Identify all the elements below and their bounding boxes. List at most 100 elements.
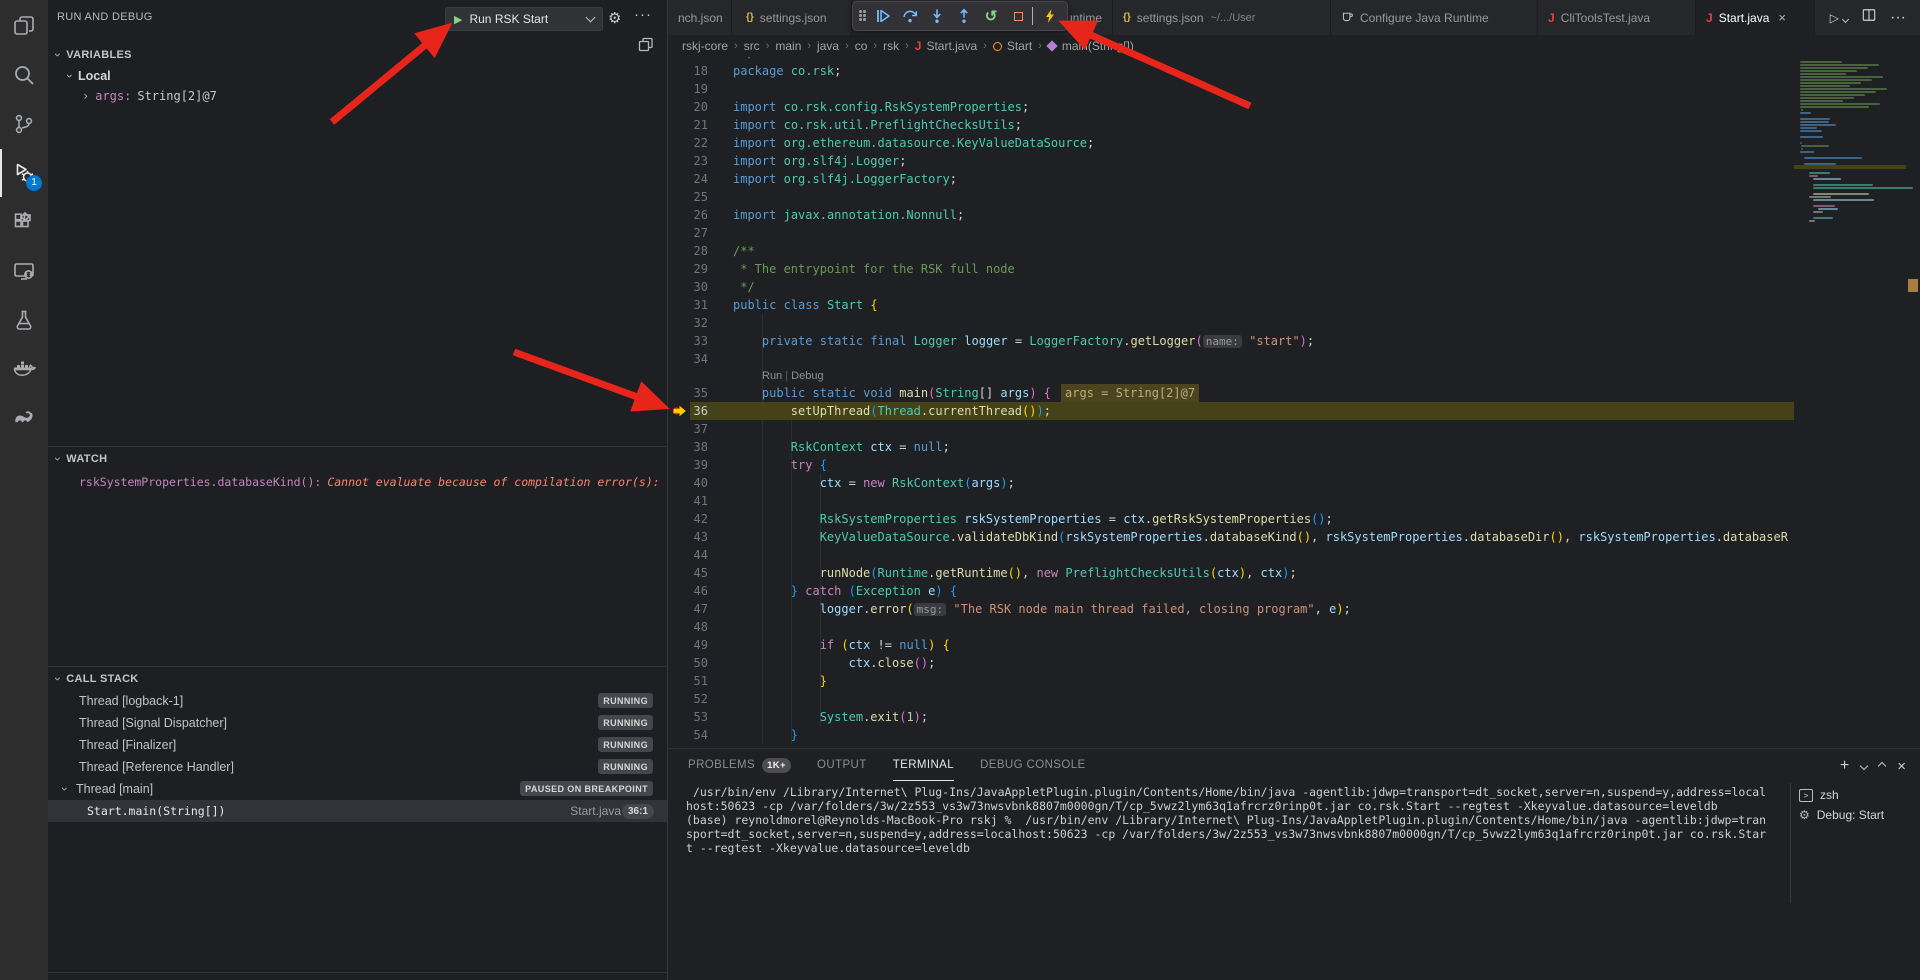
code-line-32[interactable]: 32	[668, 314, 1794, 332]
glyph-margin[interactable]	[668, 260, 690, 278]
glyph-margin[interactable]	[668, 80, 690, 98]
panel-tab-problems[interactable]: PROBLEMS1K+	[688, 749, 791, 781]
glyph-margin[interactable]	[668, 350, 690, 368]
glyph-margin[interactable]	[668, 384, 690, 402]
code-line-43[interactable]: 43 KeyValueDataSource.validateDbKind(rsk…	[668, 528, 1794, 546]
glyph-margin[interactable]	[668, 62, 690, 80]
activity-bar-item-docker[interactable]	[0, 345, 48, 393]
code-line-21[interactable]: 21import co.rsk.util.PreflightChecksUtil…	[668, 116, 1794, 134]
breadcrumb-item[interactable]: java	[817, 39, 839, 53]
call-stack-thread[interactable]: Thread [logback-1]RUNNING	[48, 690, 667, 712]
code-line-35[interactable]: 35 public static void main(String[] args…	[668, 384, 1794, 402]
restart-icon[interactable]: ↺	[980, 5, 1002, 27]
code-line-38[interactable]: 38 RskContext ctx = null;	[668, 438, 1794, 456]
code-line-26[interactable]: 26import javax.annotation.Nonnull;	[668, 206, 1794, 224]
step-out-icon[interactable]	[953, 5, 975, 27]
activity-bar-item-search[interactable]	[0, 51, 48, 99]
code-line-33[interactable]: 33 private static final Logger logger = …	[668, 332, 1794, 350]
code-line-34[interactable]: 34	[668, 350, 1794, 368]
current-statement-icon[interactable]	[668, 402, 690, 420]
code-line-25[interactable]: 25	[668, 188, 1794, 206]
glyph-margin[interactable]	[668, 438, 690, 456]
watch-section-header[interactable]: › WATCH	[48, 448, 667, 470]
panel-tab-terminal[interactable]: TERMINAL	[893, 749, 954, 781]
code-line-45[interactable]: 45 runNode(Runtime.getRuntime(), new Pre…	[668, 564, 1794, 582]
panel-tab-debug-console[interactable]: DEBUG CONSOLE	[980, 749, 1086, 781]
terminal-output[interactable]: /usr/bin/env /Library/Internet\ Plug-Ins…	[686, 785, 1786, 855]
code-line-30[interactable]: 30 */	[668, 278, 1794, 296]
glyph-margin[interactable]	[668, 528, 690, 546]
call-stack-thread[interactable]: Thread [Signal Dispatcher]RUNNING	[48, 712, 667, 734]
glyph-margin[interactable]	[668, 170, 690, 188]
editor-tab-settings-json[interactable]: {}settings.json	[736, 0, 852, 35]
code-line-22[interactable]: 22import org.ethereum.datasource.KeyValu…	[668, 134, 1794, 152]
code-line-24[interactable]: 24import org.slf4j.LoggerFactory;	[668, 170, 1794, 188]
code-line-20[interactable]: 20import co.rsk.config.RskSystemProperti…	[668, 98, 1794, 116]
glyph-margin[interactable]	[668, 672, 690, 690]
code-line-51[interactable]: 51 }	[668, 672, 1794, 690]
breadcrumb-item[interactable]: main	[775, 39, 801, 53]
glyph-margin[interactable]	[668, 726, 690, 744]
terminal-instance-zsh[interactable]: >zsh	[1799, 785, 1917, 805]
code-line-49[interactable]: 49 if (ctx != null) {	[668, 636, 1794, 654]
breakpoints-section-header[interactable]: › BREAKPOINTS	[48, 972, 667, 980]
glyph-margin[interactable]	[668, 690, 690, 708]
glyph-margin[interactable]	[668, 206, 690, 224]
editor-tab-clitoolstest-java[interactable]: JCliToolsTest.java	[1538, 0, 1696, 35]
glyph-margin[interactable]	[668, 188, 690, 206]
code-line-47[interactable]: 47 logger.error(msg: "The RSK node main …	[668, 600, 1794, 618]
glyph-margin[interactable]	[668, 564, 690, 582]
activity-bar-item-gradle[interactable]	[0, 394, 48, 442]
glyph-margin[interactable]	[668, 600, 690, 618]
glyph-margin[interactable]	[668, 546, 690, 564]
glyph-margin[interactable]	[668, 278, 690, 296]
continue-icon[interactable]	[872, 5, 894, 27]
more-actions-icon[interactable]: ···	[634, 6, 652, 23]
glyph-margin[interactable]	[668, 152, 690, 170]
code-line-28[interactable]: 28/**	[668, 242, 1794, 260]
launch-config-dropdown[interactable]: ▶ Run RSK Start	[445, 7, 603, 31]
glyph-margin[interactable]	[668, 116, 690, 134]
code-line-46[interactable]: 46 } catch (Exception e) {	[668, 582, 1794, 600]
code-line-18[interactable]: 18package co.rsk;	[668, 62, 1794, 80]
glyph-margin[interactable]	[668, 510, 690, 528]
breadcrumb-item[interactable]: src	[744, 39, 760, 53]
gear-icon[interactable]: ⚙	[608, 9, 621, 27]
glyph-margin[interactable]	[668, 456, 690, 474]
code-line-39[interactable]: 39 try {	[668, 456, 1794, 474]
code-line-41[interactable]: 41	[668, 492, 1794, 510]
drag-handle-icon[interactable]	[859, 10, 867, 22]
activity-bar-item-source-control[interactable]	[0, 100, 48, 148]
run-java-button[interactable]: ▷	[1830, 11, 1848, 25]
breadcrumb-item[interactable]: rskj-core	[682, 39, 728, 53]
glyph-margin[interactable]	[668, 314, 690, 332]
code-line-29[interactable]: 29 * The entrypoint for the RSK full nod…	[668, 260, 1794, 278]
glyph-margin[interactable]	[668, 242, 690, 260]
activity-bar-item-extensions[interactable]	[0, 198, 48, 246]
code-line-50[interactable]: 50 ctx.close();	[668, 654, 1794, 672]
call-stack-thread[interactable]: Thread [Reference Handler]RUNNING	[48, 756, 667, 778]
code-line-36[interactable]: 36 setUpThread(Thread.currentThread());	[668, 402, 1794, 420]
codelens-run-link[interactable]: Run	[762, 370, 782, 382]
glyph-margin[interactable]	[668, 224, 690, 242]
editor-tab-nch-json[interactable]: nch.json	[668, 0, 732, 35]
close-icon[interactable]: ×	[1778, 10, 1786, 25]
glyph-margin[interactable]	[668, 296, 690, 314]
code-line-44[interactable]: 44	[668, 546, 1794, 564]
breadcrumb-method[interactable]: main(String[])	[1062, 39, 1134, 53]
code-line-52[interactable]: 52	[668, 690, 1794, 708]
close-panel-icon[interactable]: ×	[1897, 758, 1906, 775]
variables-section-header[interactable]: › VARIABLES	[48, 44, 667, 66]
hot-code-replace-icon[interactable]	[1039, 5, 1061, 27]
glyph-margin[interactable]	[668, 98, 690, 116]
variables-scope-local[interactable]: › Local	[48, 66, 667, 86]
call-stack-section-header[interactable]: › CALL STACK	[48, 668, 667, 690]
code-line-37[interactable]: 37	[668, 420, 1794, 438]
more-actions-icon[interactable]: ···	[1890, 9, 1906, 27]
variable-args-row[interactable]: › args: String[2]@7	[48, 86, 667, 106]
codelens-debug-link[interactable]: Debug	[791, 370, 823, 382]
glyph-margin[interactable]	[668, 134, 690, 152]
code-line-19[interactable]: 19	[668, 80, 1794, 98]
code-line-31[interactable]: 31public class Start {	[668, 296, 1794, 314]
terminal-dropdown-icon[interactable]	[1860, 762, 1868, 770]
